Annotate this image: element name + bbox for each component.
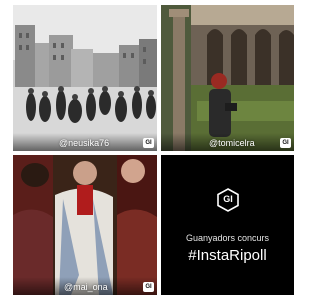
gi-badge-icon: GI [143, 282, 154, 292]
gi-badge-icon: GI [280, 138, 291, 148]
bw-town-square-photo [13, 5, 157, 151]
festival-crowd-photo [13, 155, 157, 295]
contest-hashtag: #InstaRipoll [188, 247, 267, 264]
cloister-photo [161, 5, 294, 151]
photo-grid: @neusika76 GI @tomicelra GI @mai_ona GI … [13, 5, 294, 295]
contest-promo-tile: GI Guanyadors concurs #InstaRipoll [161, 155, 294, 295]
gi-badge-icon: GI [143, 138, 154, 148]
photo-tile-tomicelra[interactable]: @tomicelra GI [161, 5, 294, 151]
photo-tile-mai-ona[interactable]: @mai_ona GI [13, 155, 157, 295]
photo-tile-neusika76[interactable]: @neusika76 GI [13, 5, 157, 151]
username-label[interactable]: @tomicelra [209, 138, 255, 148]
contest-winners-label: Guanyadors concurs [185, 233, 270, 243]
username-label[interactable]: @neusika76 [59, 138, 109, 148]
logo-text: GI [223, 194, 233, 204]
username-label[interactable]: @mai_ona [64, 282, 108, 292]
